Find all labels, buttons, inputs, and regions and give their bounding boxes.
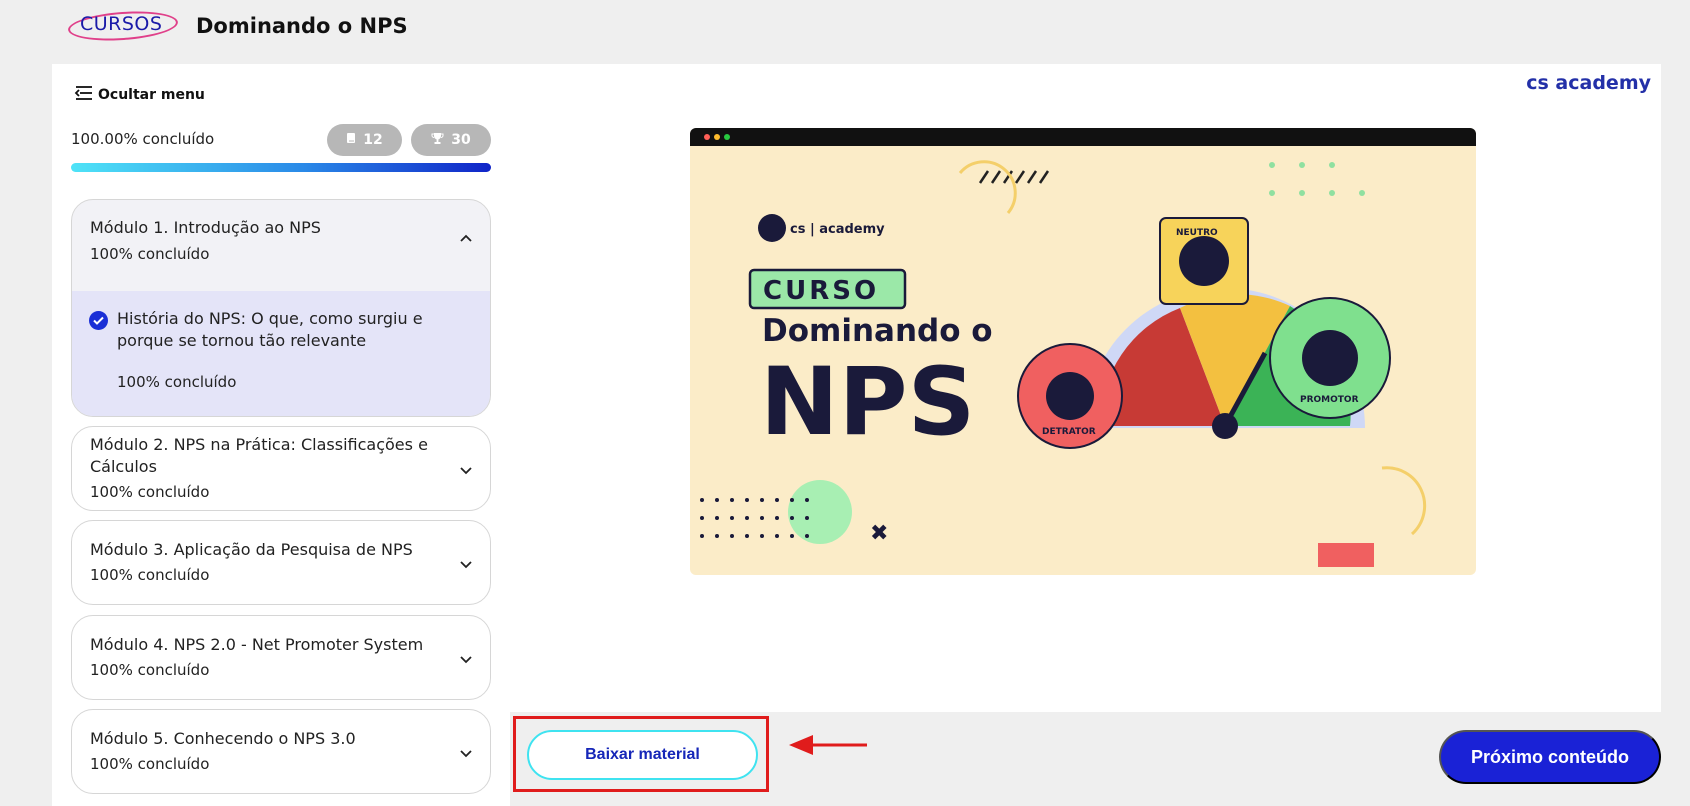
hide-menu-button[interactable]: Ocultar menu xyxy=(74,85,205,105)
lessons-count-badge: 12 xyxy=(327,124,402,156)
banner-line1: Dominando o xyxy=(762,313,993,349)
lesson-title: História do NPS: O que, como surgiu e po… xyxy=(117,309,423,350)
module-progress: 100% concluído xyxy=(90,483,210,501)
module-title: Módulo 3. Aplicação da Pesquisa de NPS xyxy=(90,540,413,559)
trophy-icon xyxy=(431,132,444,149)
detractor-label: DETRATOR xyxy=(1042,427,1096,437)
hide-menu-label: Ocultar menu xyxy=(98,87,205,103)
module-title: Módulo 2. NPS na Prática: Classificações… xyxy=(90,435,428,476)
chevron-down-icon[interactable] xyxy=(460,746,472,762)
lessons-count: 12 xyxy=(363,132,383,148)
chevron-up-icon[interactable] xyxy=(460,230,472,246)
lesson-progress: 100% concluído xyxy=(117,373,237,391)
points-badge: 30 xyxy=(411,124,491,156)
module-5[interactable]: Módulo 5. Conhecendo o NPS 3.0 100% conc… xyxy=(71,709,491,794)
module-progress: 100% concluído xyxy=(90,566,210,584)
course-banner-image: cs | academy CURSO Dominando o NPS NEUTR… xyxy=(690,128,1476,575)
module-3[interactable]: Módulo 3. Aplicação da Pesquisa de NPS 1… xyxy=(71,520,491,605)
points-count: 30 xyxy=(451,132,471,148)
promoter-label: PROMOTOR xyxy=(1300,395,1359,405)
download-material-button[interactable]: Baixar material xyxy=(527,730,758,780)
arrow-left-icon xyxy=(789,735,869,759)
course-title: Dominando o NPS xyxy=(196,14,408,38)
check-circle-icon xyxy=(89,311,108,330)
lesson-content: cs academy cs | academy CURSO Dominando … xyxy=(510,64,1661,712)
neutral-label: NEUTRO xyxy=(1176,228,1218,238)
chevron-down-icon[interactable] xyxy=(460,463,472,479)
banner-illustration: cs | academy CURSO Dominando o NPS NEUTR… xyxy=(700,160,1427,567)
top-bar: CURSOS Dominando o NPS xyxy=(0,0,1690,62)
module-2[interactable]: Módulo 2. NPS na Prática: Classificações… xyxy=(71,426,491,511)
module-4[interactable]: Módulo 4. NPS 2.0 - Net Promoter System … xyxy=(71,615,491,700)
module-progress: 100% concluído xyxy=(90,245,210,263)
next-content-button[interactable]: Próximo conteúdo xyxy=(1439,730,1661,784)
lesson-item-historia-nps[interactable]: História do NPS: O que, como surgiu e po… xyxy=(72,291,490,416)
course-progress-bar xyxy=(71,163,491,172)
course-sidebar: Ocultar menu 100.00% concluído 12 30 Mód… xyxy=(52,64,510,806)
module-title: Módulo 1. Introdução ao NPS xyxy=(90,218,321,237)
module-title: Módulo 5. Conhecendo o NPS 3.0 xyxy=(90,729,356,748)
module-progress: 100% concluído xyxy=(90,755,210,773)
course-progress-label: 100.00% concluído xyxy=(71,130,215,148)
collapse-menu-icon xyxy=(74,85,94,105)
module-progress: 100% concluído xyxy=(90,661,210,679)
cursos-logo[interactable]: CURSOS xyxy=(80,13,162,35)
banner-brand: cs | academy xyxy=(790,222,885,237)
book-icon xyxy=(346,132,356,148)
chevron-down-icon[interactable] xyxy=(460,557,472,573)
svg-text:✖: ✖ xyxy=(870,521,888,546)
module-title: Módulo 4. NPS 2.0 - Net Promoter System xyxy=(90,635,424,654)
banner-badge: CURSO xyxy=(763,276,879,306)
banner-line2: NPS xyxy=(760,348,975,457)
chevron-down-icon[interactable] xyxy=(460,652,472,668)
module-1[interactable]: Módulo 1. Introdução ao NPS 100% concluí… xyxy=(71,199,491,417)
cs-academy-logo: cs academy xyxy=(1526,72,1651,94)
